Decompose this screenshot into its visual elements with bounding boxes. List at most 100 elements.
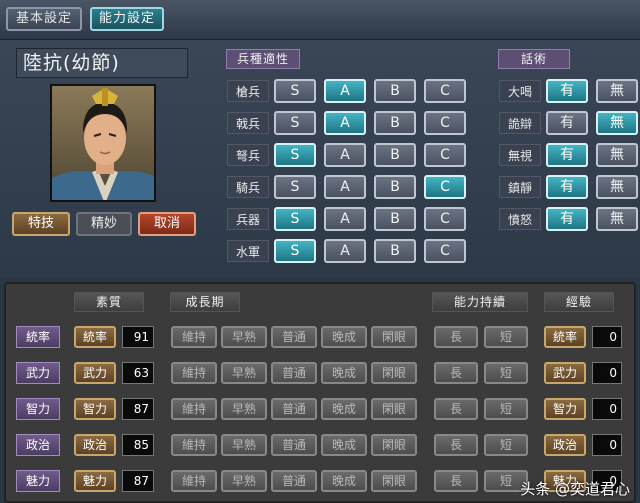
tactic-label: 詭辯	[499, 112, 541, 134]
quality-header: 素質	[74, 292, 144, 312]
growth-option-button[interactable]: 維持	[171, 434, 217, 456]
sustain-option-button[interactable]: 短	[484, 398, 528, 420]
growth-option-button[interactable]: 晚成	[321, 362, 367, 384]
growth-option-button[interactable]: 早熟	[221, 326, 267, 348]
tactic-option-button[interactable]: 無	[596, 79, 638, 103]
stat-quality-button[interactable]: 智力	[74, 398, 116, 420]
exp-button[interactable]: 統率	[544, 326, 586, 348]
aptitude-grade-button[interactable]: B	[374, 239, 416, 263]
aptitude-grade-button[interactable]: S	[274, 79, 316, 103]
general-portrait	[50, 84, 156, 202]
exp-button[interactable]: 武力	[544, 362, 586, 384]
growth-option-button[interactable]: 普通	[271, 398, 317, 420]
sustain-option-button[interactable]: 長	[434, 362, 478, 384]
tactic-option-button[interactable]: 無	[596, 111, 638, 135]
tactics-header: 話術	[498, 49, 570, 69]
tactic-option-button[interactable]: 有	[546, 207, 588, 231]
growth-option-button[interactable]: 晚成	[321, 326, 367, 348]
stat-quality-button[interactable]: 武力	[74, 362, 116, 384]
growth-option-button[interactable]: 早熟	[221, 362, 267, 384]
sustain-option-button[interactable]: 長	[434, 470, 478, 492]
growth-option-button[interactable]: 晚成	[321, 398, 367, 420]
aptitude-grade-button[interactable]: B	[374, 79, 416, 103]
growth-option-button[interactable]: 閑眼	[371, 470, 417, 492]
tactic-option-button[interactable]: 有	[546, 175, 588, 199]
aptitude-grade-button[interactable]: A	[324, 207, 366, 231]
aptitude-grade-button[interactable]: C	[424, 175, 466, 199]
stat-quality-button[interactable]: 統率	[74, 326, 116, 348]
aptitude-label: 兵器	[227, 208, 269, 230]
aptitude-grade-button[interactable]: S	[274, 111, 316, 135]
tactic-option-button[interactable]: 有	[546, 143, 588, 167]
sustain-option-button[interactable]: 長	[434, 326, 478, 348]
exp-value: 0	[592, 326, 622, 348]
growth-option-button[interactable]: 維持	[171, 326, 217, 348]
aptitude-grade-button[interactable]: B	[374, 111, 416, 135]
stat-quality-button[interactable]: 魅力	[74, 470, 116, 492]
growth-option-button[interactable]: 晚成	[321, 470, 367, 492]
aptitude-grade-button[interactable]: A	[324, 239, 366, 263]
sustain-option-button[interactable]: 短	[484, 434, 528, 456]
exp-header: 經驗	[544, 292, 614, 312]
exp-button[interactable]: 智力	[544, 398, 586, 420]
aptitude-grade-button[interactable]: B	[374, 207, 416, 231]
stat-label: 統率	[16, 326, 60, 348]
growth-option-button[interactable]: 早熟	[221, 470, 267, 492]
growth-option-button[interactable]: 閑眼	[371, 362, 417, 384]
stat-value: 91	[122, 326, 154, 348]
stat-value: 87	[122, 470, 154, 492]
growth-option-button[interactable]: 普通	[271, 434, 317, 456]
growth-option-button[interactable]: 普通	[271, 470, 317, 492]
tactic-option-button[interactable]: 有	[546, 111, 588, 135]
aptitude-grade-button[interactable]: S	[274, 239, 316, 263]
tactic-option-button[interactable]: 無	[596, 207, 638, 231]
aptitude-grade-button[interactable]: B	[374, 143, 416, 167]
tactic-label: 無視	[499, 144, 541, 166]
aptitude-grade-button[interactable]: S	[274, 143, 316, 167]
skill-button[interactable]: 特技	[12, 212, 70, 236]
tactic-option-button[interactable]: 無	[596, 143, 638, 167]
tactic-option-button[interactable]: 有	[546, 79, 588, 103]
exp-value: 0	[592, 362, 622, 384]
aptitude-grade-button[interactable]: S	[274, 207, 316, 231]
aptitude-grade-button[interactable]: C	[424, 111, 466, 135]
growth-option-button[interactable]: 普通	[271, 362, 317, 384]
tactic-label: 憤怒	[499, 208, 541, 230]
stat-label: 智力	[16, 398, 60, 420]
exp-button[interactable]: 政治	[544, 434, 586, 456]
aptitude-grade-button[interactable]: A	[324, 143, 366, 167]
aptitude-grade-button[interactable]: B	[374, 175, 416, 199]
cancel-button[interactable]: 取消	[138, 212, 196, 236]
tactic-label: 鎮靜	[499, 176, 541, 198]
aptitude-grade-button[interactable]: A	[324, 79, 366, 103]
skill-value: 精妙	[76, 212, 132, 236]
growth-option-button[interactable]: 早熟	[221, 434, 267, 456]
aptitude-grade-button[interactable]: C	[424, 239, 466, 263]
growth-option-button[interactable]: 維持	[171, 398, 217, 420]
stat-quality-button[interactable]: 政治	[74, 434, 116, 456]
aptitude-grade-button[interactable]: A	[324, 175, 366, 199]
growth-option-button[interactable]: 普通	[271, 326, 317, 348]
aptitude-grade-button[interactable]: C	[424, 79, 466, 103]
growth-option-button[interactable]: 早熟	[221, 398, 267, 420]
aptitude-grade-button[interactable]: S	[274, 175, 316, 199]
growth-option-button[interactable]: 晚成	[321, 434, 367, 456]
sustain-option-button[interactable]: 長	[434, 434, 478, 456]
tab-basic-settings[interactable]: 基本設定	[6, 7, 82, 31]
growth-option-button[interactable]: 維持	[171, 362, 217, 384]
sustain-option-button[interactable]: 長	[434, 398, 478, 420]
tab-ability-settings[interactable]: 能力設定	[90, 7, 164, 31]
tactic-option-button[interactable]: 無	[596, 175, 638, 199]
tactic-label: 大喝	[499, 80, 541, 102]
sustain-option-button[interactable]: 短	[484, 326, 528, 348]
aptitude-grade-button[interactable]: A	[324, 111, 366, 135]
growth-option-button[interactable]: 閑眼	[371, 398, 417, 420]
stat-label: 武力	[16, 362, 60, 384]
aptitude-grade-button[interactable]: C	[424, 207, 466, 231]
stat-value: 63	[122, 362, 154, 384]
growth-option-button[interactable]: 閑眼	[371, 434, 417, 456]
growth-option-button[interactable]: 維持	[171, 470, 217, 492]
aptitude-grade-button[interactable]: C	[424, 143, 466, 167]
sustain-option-button[interactable]: 短	[484, 362, 528, 384]
growth-option-button[interactable]: 閑眼	[371, 326, 417, 348]
